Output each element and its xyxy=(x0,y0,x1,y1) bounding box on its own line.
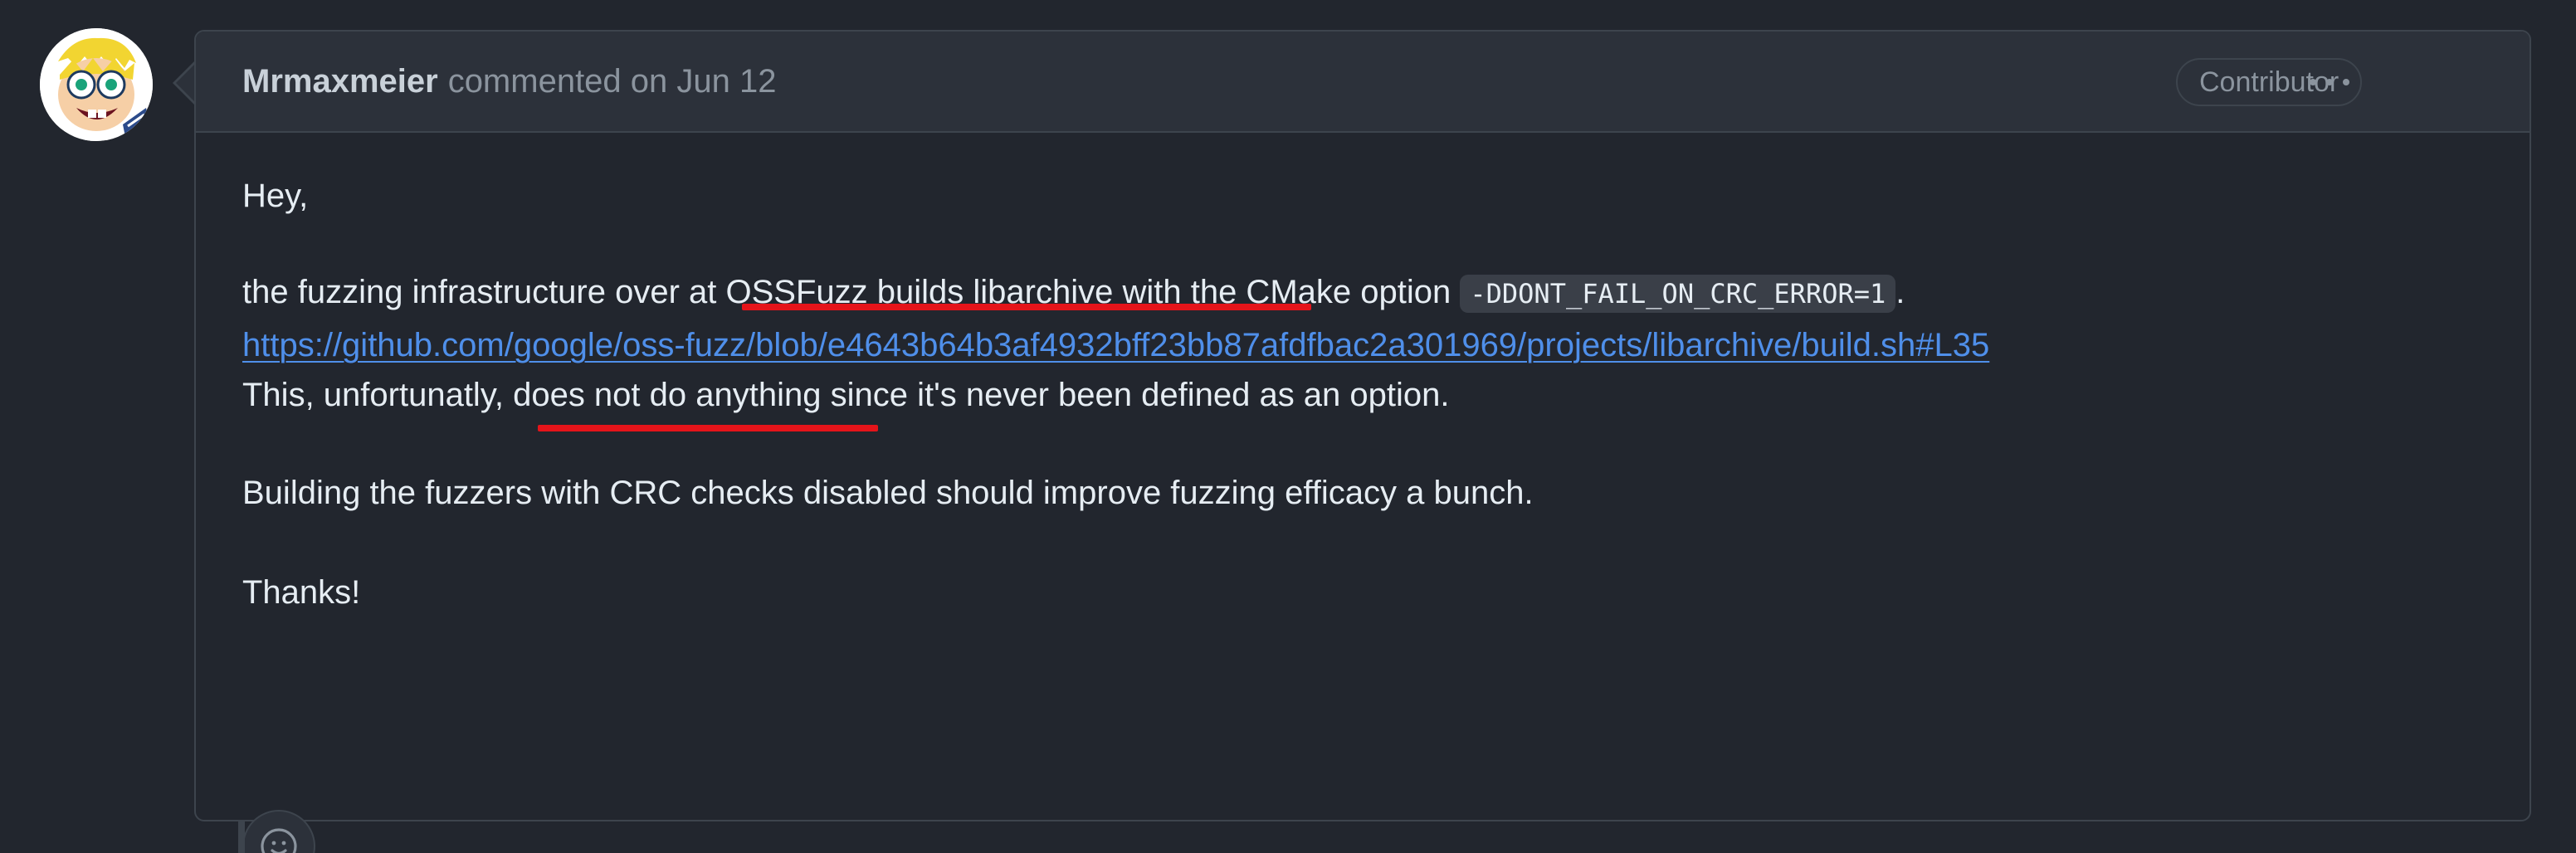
body-line-1-period: . xyxy=(1895,274,1905,310)
kebab-dot xyxy=(2310,79,2316,85)
add-reaction-button[interactable] xyxy=(242,810,315,853)
smiley-icon xyxy=(261,828,297,853)
signoff-text: Thanks! xyxy=(242,574,361,611)
comment-header: Mrmaxmeier commented on Jun 12 Contribut… xyxy=(196,32,2530,133)
body-line-3: This, unfortunatly, does not do anything… xyxy=(242,377,1450,413)
comment-author[interactable]: Mrmaxmeier xyxy=(242,63,438,100)
avatar[interactable] xyxy=(40,28,153,141)
kebab-dot xyxy=(2343,79,2349,85)
kebab-horizontal-icon[interactable] xyxy=(2292,60,2367,105)
comment-box: Mrmaxmeier commented on Jun 12 Contribut… xyxy=(194,30,2531,853)
body-line-2: https://github.com/google/oss-fuzz/blob/… xyxy=(242,322,1989,368)
annotation-underline-never-defined xyxy=(538,425,878,431)
avatar-image xyxy=(40,28,153,141)
annotation-underline-cmake xyxy=(742,304,1311,310)
cmake-option-code: -DDONT_FAIL_ON_CRC_ERROR=1 xyxy=(1460,275,1896,313)
greeting-text: Hey, xyxy=(242,178,309,214)
page: Mrmaxmeier commented on Jun 12 Contribut… xyxy=(0,0,2576,853)
kebab-dot xyxy=(2326,79,2333,85)
oss-fuzz-build-link[interactable]: https://github.com/google/oss-fuzz/blob/… xyxy=(242,327,1989,363)
body-paragraph-2: Building the fuzzers with CRC checks dis… xyxy=(242,475,1534,511)
timeline-connector xyxy=(238,821,245,853)
comment-timestamp[interactable]: commented on Jun 12 xyxy=(448,63,777,100)
